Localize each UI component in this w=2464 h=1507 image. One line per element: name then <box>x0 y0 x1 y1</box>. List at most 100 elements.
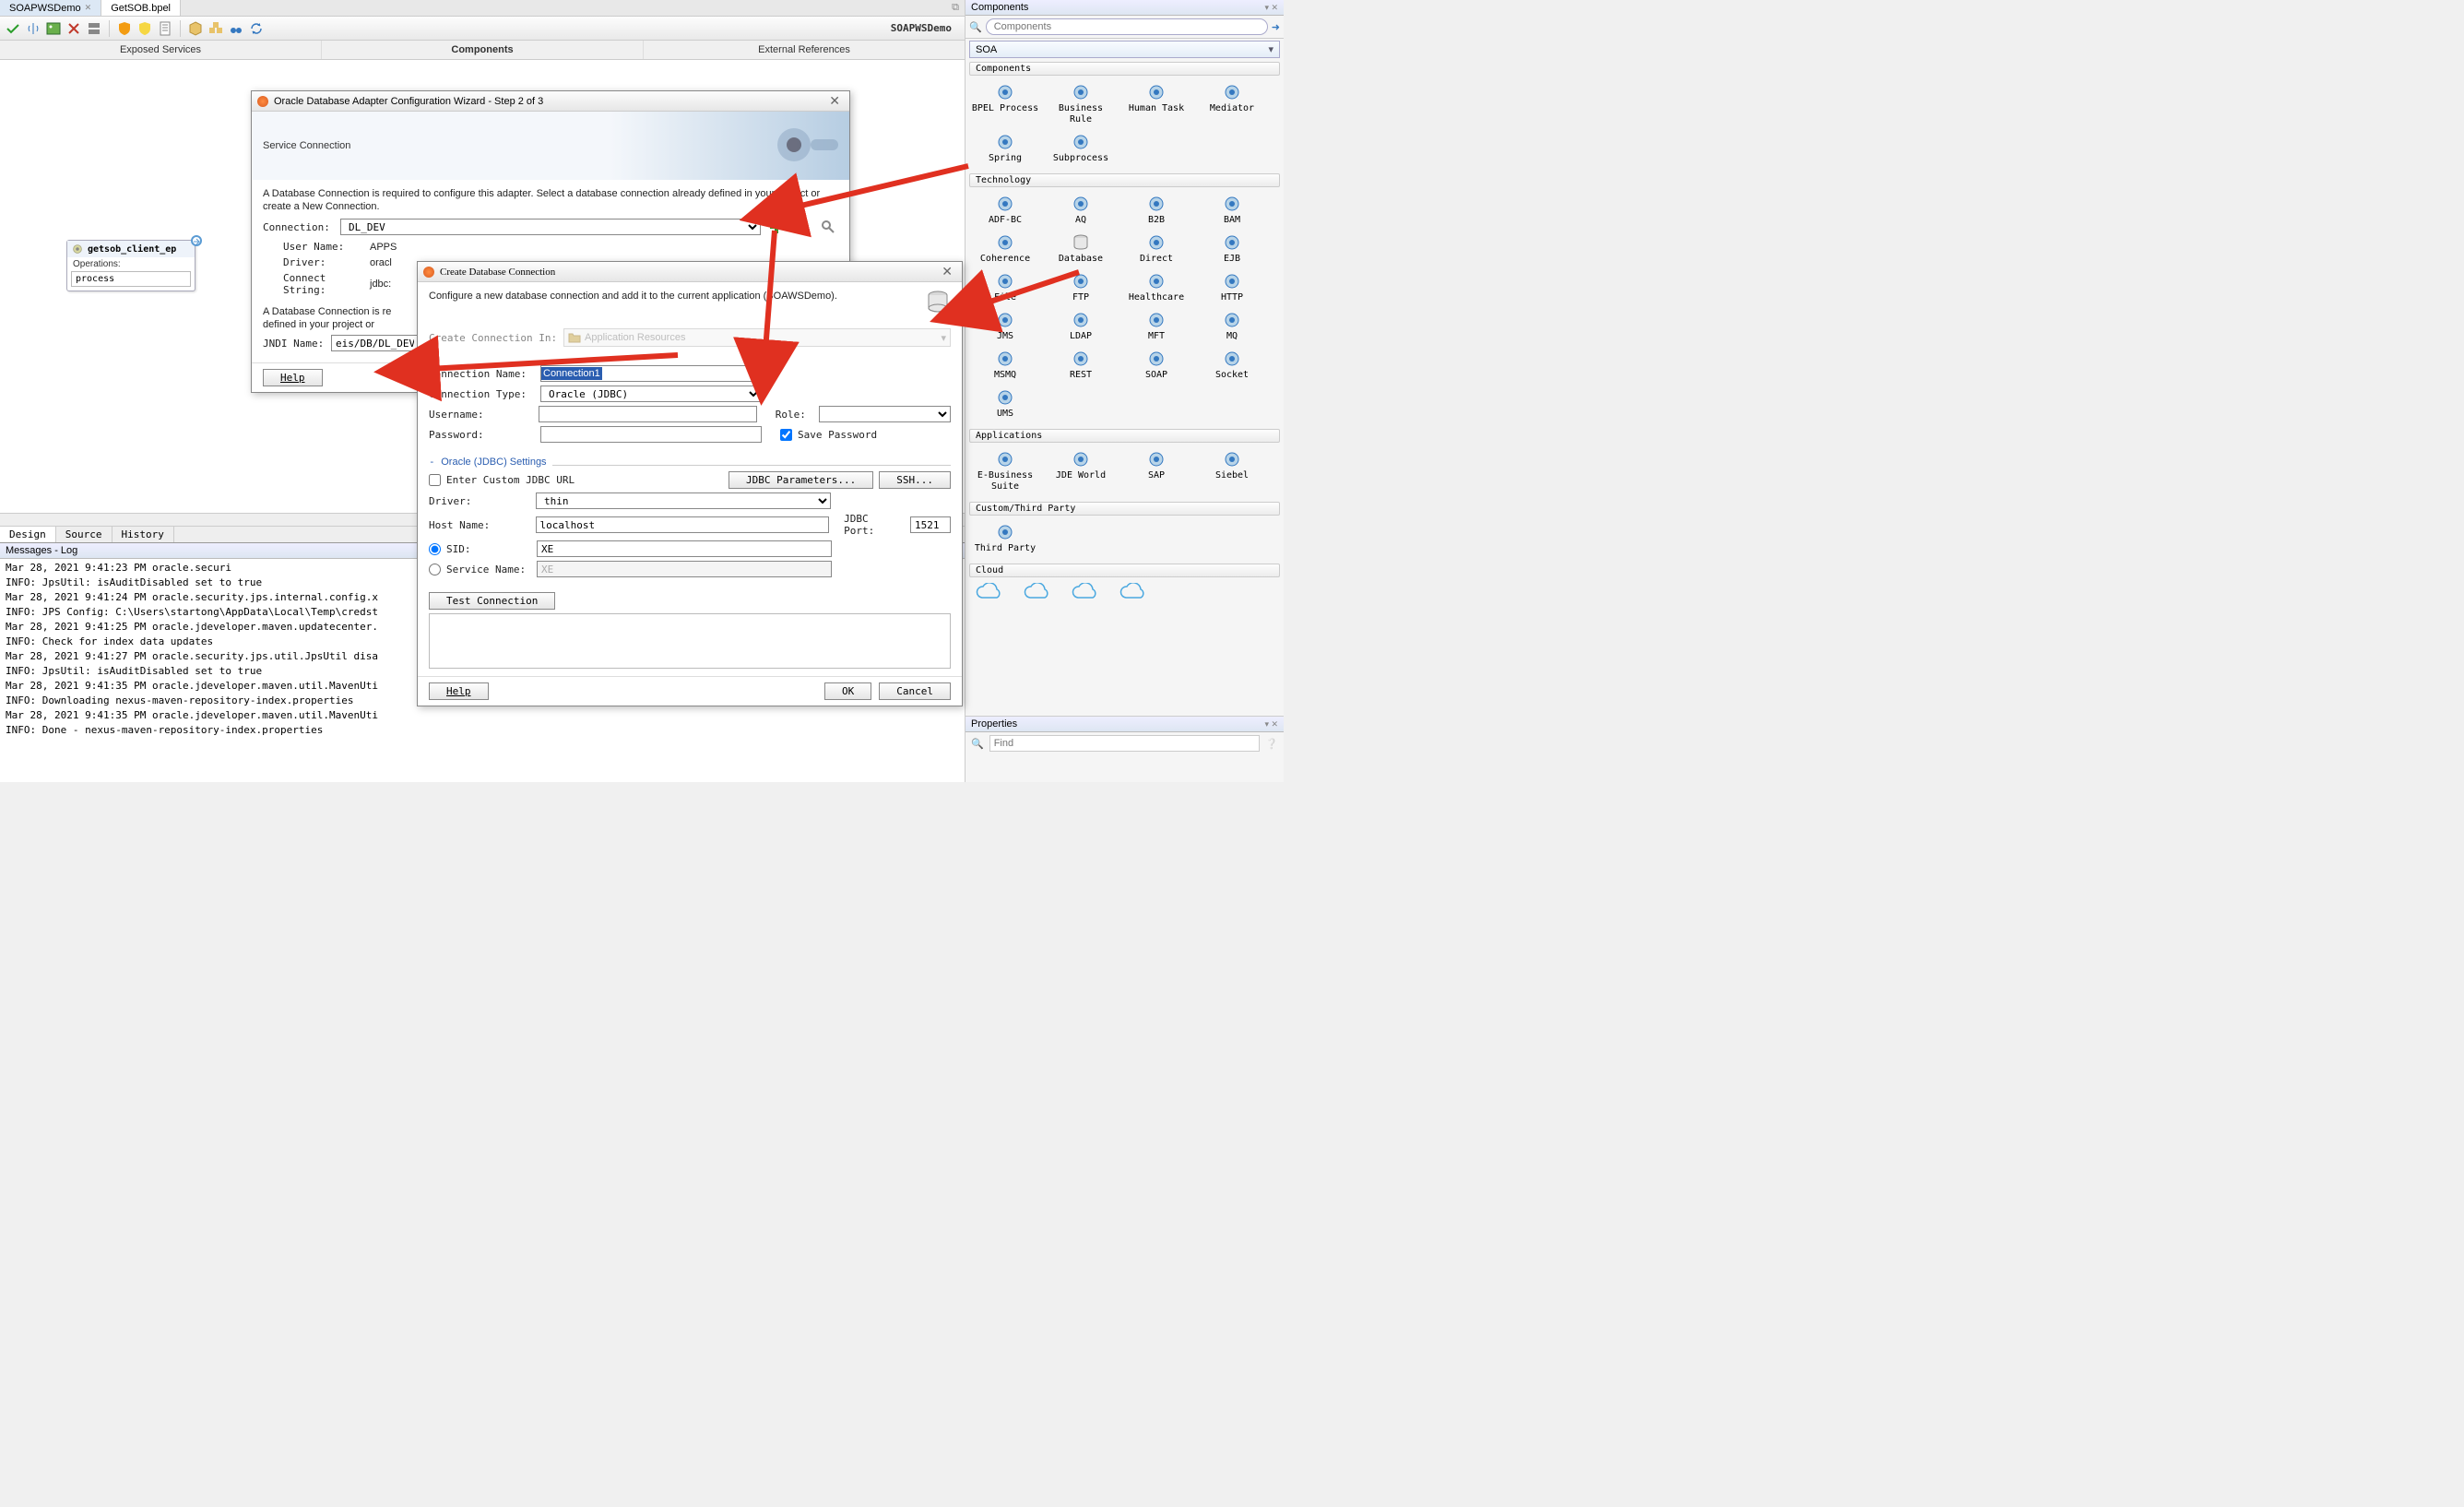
cubes-icon[interactable] <box>208 21 223 36</box>
refresh-icon[interactable] <box>249 21 264 36</box>
add-connection-button[interactable] <box>766 217 787 237</box>
help-button[interactable]: Help <box>263 369 323 386</box>
palette-item[interactable]: Healthcare <box>1119 268 1194 307</box>
palette-item[interactable]: Subprocess <box>1043 129 1119 168</box>
sid-radio[interactable] <box>429 543 441 555</box>
palette-item[interactable]: JDE World <box>1043 446 1119 496</box>
cube-icon[interactable] <box>188 21 203 36</box>
btab-history[interactable]: History <box>113 527 174 542</box>
components-search-input[interactable] <box>986 18 1268 35</box>
palette-item[interactable]: HTTP <box>1194 268 1270 307</box>
properties-find-input[interactable] <box>989 735 1261 752</box>
role-select[interactable] <box>819 406 951 422</box>
palette-item[interactable]: SAP <box>1119 446 1194 496</box>
host-input[interactable] <box>536 516 830 533</box>
cancel-button[interactable]: Cancel <box>879 682 951 700</box>
binoculars-icon[interactable] <box>229 21 243 36</box>
port-input[interactable] <box>910 516 951 533</box>
palette-item[interactable]: Mediator <box>1194 79 1270 129</box>
sid-input[interactable] <box>537 540 832 557</box>
palette-item[interactable]: B2B <box>1119 191 1194 230</box>
palette-item[interactable]: MFT <box>1119 307 1194 346</box>
signal-icon[interactable] <box>26 21 41 36</box>
ok-button[interactable]: OK <box>824 682 871 700</box>
col-components: Components <box>322 41 644 59</box>
section-components[interactable]: Components <box>969 62 1280 76</box>
anchor-icon[interactable] <box>191 235 202 246</box>
save-pwd-checkbox[interactable] <box>780 429 792 441</box>
username-input[interactable] <box>539 406 756 422</box>
palette-item[interactable]: BAM <box>1194 191 1270 230</box>
palette-item[interactable]: LDAP <box>1043 307 1119 346</box>
cloud-icon[interactable] <box>975 583 1004 601</box>
btab-source[interactable]: Source <box>56 527 113 542</box>
palette-item[interactable]: FTP <box>1043 268 1119 307</box>
tab-soapwsdemo[interactable]: SOAPWSDemo✕ <box>0 0 101 16</box>
server-icon[interactable] <box>87 21 101 36</box>
pwd-input[interactable] <box>540 426 762 443</box>
cloud-icon[interactable] <box>1023 583 1052 601</box>
palette-item[interactable]: Human Task <box>1119 79 1194 129</box>
cloud-icon[interactable] <box>1071 583 1100 601</box>
custom-url-label: Enter Custom JDBC URL <box>446 474 575 486</box>
search-connection-button[interactable] <box>818 217 838 237</box>
document-icon[interactable] <box>158 21 172 36</box>
section-cloud[interactable]: Cloud <box>969 564 1280 577</box>
palette-item[interactable]: BPEL Process <box>967 79 1043 129</box>
test-connection-button[interactable]: Test Connection <box>429 592 555 610</box>
palette-item[interactable]: Direct <box>1119 230 1194 268</box>
jndi-input[interactable] <box>331 335 419 351</box>
close-icon[interactable]: ✕ <box>825 93 844 109</box>
image-icon[interactable] <box>46 21 61 36</box>
palette-item-database[interactable]: Database <box>1043 230 1119 268</box>
ssh-button[interactable]: SSH... <box>879 471 951 489</box>
palette-item[interactable]: JMS <box>967 307 1043 346</box>
shield-orange-icon[interactable] <box>117 21 132 36</box>
custom-url-checkbox[interactable] <box>429 474 441 486</box>
panel-menu-icon[interactable]: ▾ ✕ <box>1264 719 1278 730</box>
palette-item[interactable]: AQ <box>1043 191 1119 230</box>
cloud-icon[interactable] <box>1119 583 1148 601</box>
category-combo[interactable]: SOA▾ <box>969 41 1280 58</box>
help-icon[interactable]: ❔ <box>1265 738 1278 750</box>
palette-item[interactable]: UMS <box>967 385 1043 423</box>
help-button[interactable]: Help <box>429 682 489 700</box>
palette-item[interactable]: Socket <box>1194 346 1270 385</box>
btab-design[interactable]: Design <box>0 527 56 542</box>
edit-connection-button[interactable] <box>792 217 812 237</box>
palette-item[interactable]: Siebel <box>1194 446 1270 496</box>
connection-select[interactable]: DL_DEV <box>340 219 761 235</box>
shield-yellow-icon[interactable] <box>137 21 152 36</box>
palette-item[interactable]: MQ <box>1194 307 1270 346</box>
validate-icon[interactable] <box>6 21 20 36</box>
tab-getsob[interactable]: GetSOB.bpel <box>101 0 181 16</box>
section-applications[interactable]: Applications <box>969 429 1280 443</box>
conn-name-input[interactable]: Connection1 <box>540 365 762 382</box>
service-endpoint[interactable]: getsob_client_ep Operations: process <box>66 240 195 291</box>
section-custom[interactable]: Custom/Third Party <box>969 502 1280 516</box>
driver-select[interactable]: thin <box>536 492 831 509</box>
palette-item[interactable]: E-Business Suite <box>967 446 1043 496</box>
palette-item[interactable]: ADF-BC <box>967 191 1043 230</box>
jdbc-params-button[interactable]: JDBC Parameters... <box>729 471 873 489</box>
palette-item[interactable]: Business Rule <box>1043 79 1119 129</box>
palette-item[interactable]: Third Party <box>967 519 1043 558</box>
restore-icon[interactable]: ⧉ <box>946 0 965 16</box>
palette-item[interactable]: Coherence <box>967 230 1043 268</box>
search-go-icon[interactable]: ➜ <box>1272 21 1280 33</box>
section-technology[interactable]: Technology <box>969 173 1280 187</box>
palette-item[interactable]: EJB <box>1194 230 1270 268</box>
close-icon[interactable]: ✕ <box>85 3 92 13</box>
palette-item[interactable]: File <box>967 268 1043 307</box>
search-icon[interactable]: 🔍 <box>969 21 982 33</box>
conn-type-select[interactable]: Oracle (JDBC) <box>540 386 762 402</box>
svc-radio[interactable] <box>429 564 441 576</box>
delete-icon[interactable] <box>66 21 81 36</box>
panel-menu-icon[interactable]: ▾ ✕ <box>1264 3 1278 13</box>
close-icon[interactable]: ✕ <box>938 264 956 279</box>
palette-item[interactable]: Spring <box>967 129 1043 168</box>
palette-item[interactable]: MSMQ <box>967 346 1043 385</box>
ops-value: process <box>71 271 191 287</box>
palette-item[interactable]: SOAP <box>1119 346 1194 385</box>
palette-item[interactable]: REST <box>1043 346 1119 385</box>
